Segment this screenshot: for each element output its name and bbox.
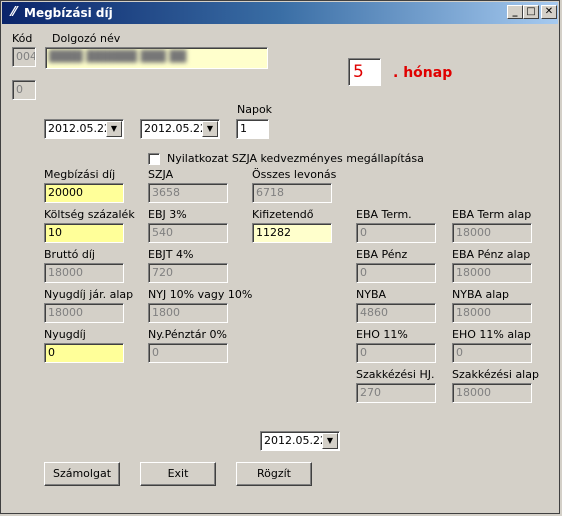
napok-label: Napok — [237, 103, 273, 116]
dolgozo-name-field[interactable]: ████ ██████ ███ ██ — [45, 47, 268, 69]
dolgozo-name-value: ████ ██████ ███ ██ — [49, 50, 187, 63]
nyba-alap-field[interactable]: 18000 — [452, 303, 532, 323]
ebjt-field[interactable]: 720 — [148, 263, 228, 283]
month-number-field[interactable]: 5 — [348, 58, 381, 86]
napok-field[interactable]: 1 — [236, 119, 269, 139]
main-window: ⁄⁄ Megbízási díj _ □ ✕ Kód 004 Dolgozó n… — [0, 0, 560, 514]
eba-penz-alap-field[interactable]: 18000 — [452, 263, 532, 283]
nyj-field[interactable]: 1800 — [148, 303, 228, 323]
ebj-field[interactable]: 540 — [148, 223, 228, 243]
end-date-picker[interactable]: 2012.05.22. ▼ — [140, 119, 220, 139]
nyugdij-field[interactable]: 0 — [44, 343, 124, 363]
szakkepzesi-alap-label: Szakkézési alap — [452, 368, 539, 381]
szja-label: SZJA — [148, 168, 174, 181]
eba-term-label: EBA Term. — [356, 208, 412, 221]
start-date-picker[interactable]: 2012.05.22. ▼ — [44, 119, 124, 139]
bottom-date-picker[interactable]: 2012.05.22. ▼ — [260, 431, 340, 451]
eba-term-alap-label: EBA Term alap — [452, 208, 532, 221]
chevron-down-icon[interactable]: ▼ — [202, 121, 218, 137]
kod-label: Kód — [12, 32, 33, 45]
eba-term-alap-field[interactable]: 18000 — [452, 223, 532, 243]
nyba-field[interactable]: 4860 — [356, 303, 436, 323]
end-date-value: 2012.05.22. — [144, 122, 211, 135]
ebjt-label: EBJT 4% — [148, 248, 194, 261]
nyba-label: NYBA — [356, 288, 387, 301]
nyj-label: NYJ 10% vagy 10% — [148, 288, 253, 301]
eba-penz-field[interactable]: 0 — [356, 263, 436, 283]
szamolgat-button[interactable]: Számolgat — [44, 462, 120, 486]
nypenztar-label: Ny.Pénztár 0% — [148, 328, 227, 341]
szakkepzesi-alap-field[interactable]: 18000 — [452, 383, 532, 403]
szakkepzesi-label: Szakkézési HJ. — [356, 368, 435, 381]
szja-field[interactable]: 3658 — [148, 183, 228, 203]
maximize-button[interactable]: □ — [523, 5, 539, 19]
megbizasi-dij-label: Megbízási díj — [44, 168, 116, 181]
chevron-down-icon[interactable]: ▼ — [322, 433, 338, 449]
eba-penz-alap-label: EBA Pénz alap — [452, 248, 531, 261]
koltseg-szazalek-label: Költség százalék — [44, 208, 135, 221]
dolgozo-label: Dolgozó név — [52, 32, 121, 45]
nyugdij-label: Nyugdíj — [44, 328, 86, 341]
eho-label: EHO 11% — [356, 328, 408, 341]
small-field[interactable]: 0 — [12, 80, 36, 100]
kifizetendo-field[interactable]: 11282 — [252, 223, 332, 243]
rogzit-button[interactable]: Rögzít — [236, 462, 312, 486]
eba-term-field[interactable]: 0 — [356, 223, 436, 243]
kod-field[interactable]: 004 — [12, 47, 36, 67]
brutto-dij-label: Bruttó díj — [44, 248, 95, 261]
kifizetendo-label: Kifizetendő — [252, 208, 314, 221]
eba-penz-label: EBA Pénz — [356, 248, 408, 261]
nyba-alap-label: NYBA alap — [452, 288, 510, 301]
eho-field[interactable]: 0 — [356, 343, 436, 363]
title-bar[interactable]: ⁄⁄ Megbízási díj _ □ ✕ — [2, 2, 558, 24]
minimize-button[interactable]: _ — [507, 5, 523, 19]
bottom-date-value: 2012.05.22. — [264, 434, 331, 447]
exit-button[interactable]: Exit — [140, 462, 216, 486]
ebj-label: EBJ 3% — [148, 208, 187, 221]
szja-checkbox-label: Nyilatkozat SZJA kedvezményes megállapít… — [167, 152, 424, 165]
nyugdij-jar-alap-field[interactable]: 18000 — [44, 303, 124, 323]
month-label: . hónap — [393, 65, 453, 81]
eho-alap-field[interactable]: 0 — [452, 343, 532, 363]
start-date-value: 2012.05.22. — [48, 122, 115, 135]
brutto-dij-field[interactable]: 18000 — [44, 263, 124, 283]
nyugdij-jar-alap-label: Nyugdíj jár. alap — [44, 288, 134, 301]
window-title: Megbízási díj — [24, 6, 113, 20]
megbizasi-dij-field[interactable]: 20000 — [44, 183, 124, 203]
chevron-down-icon[interactable]: ▼ — [106, 121, 122, 137]
nypenztar-field[interactable]: 0 — [148, 343, 228, 363]
app-icon: ⁄⁄ — [11, 5, 17, 20]
koltseg-szazalek-field[interactable]: 10 — [44, 223, 124, 243]
szakkepzesi-field[interactable]: 270 — [356, 383, 436, 403]
osszes-levonas-field[interactable]: 6718 — [252, 183, 332, 203]
close-button[interactable]: ✕ — [541, 5, 557, 19]
szja-checkbox[interactable] — [148, 153, 160, 165]
eho-alap-label: EHO 11% alap — [452, 328, 531, 341]
osszes-levonas-label: Összes levonás — [252, 168, 337, 181]
